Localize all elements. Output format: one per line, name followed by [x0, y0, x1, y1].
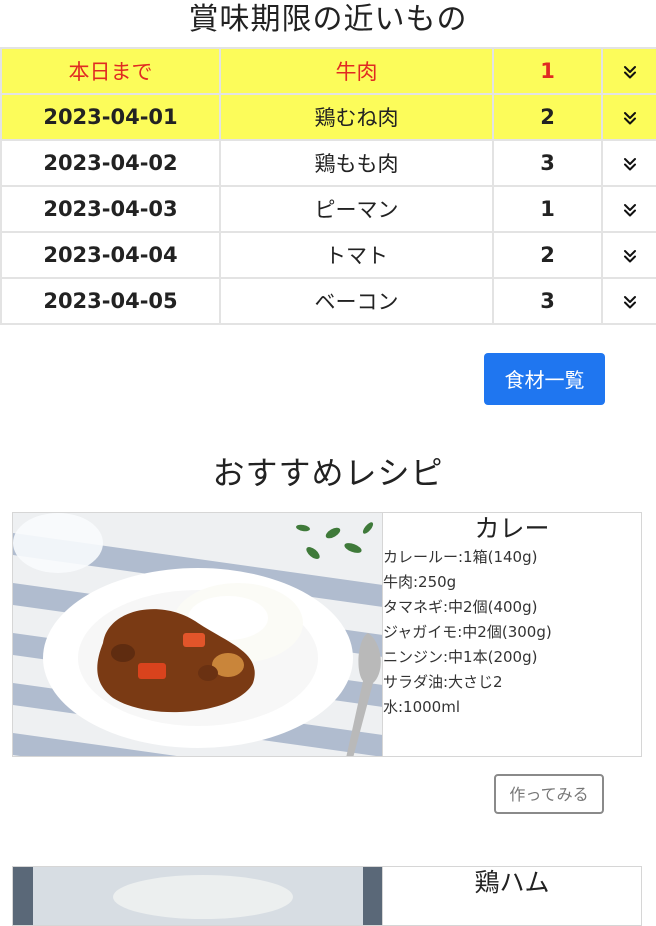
expiry-date: 2023-04-05 — [0, 277, 221, 325]
ingredient-item: ニンジン:中1本(200g) — [383, 648, 538, 666]
ingredient-name: 牛肉 — [219, 47, 494, 95]
expiry-date: 本日まで — [0, 47, 221, 95]
expiring-row: 2023-04-02 鶏もも肉 3 — [0, 139, 656, 187]
expand-row-button[interactable] — [601, 185, 656, 233]
double-chevron-down-icon — [623, 158, 636, 171]
expiring-row: 本日まで 牛肉 1 — [0, 47, 656, 95]
expiring-row: 2023-04-04 トマト 2 — [0, 231, 656, 279]
recipe-ingredients: カレールー:1箱(140g) 牛肉:250g タマネギ:中2個(400g) ジャ… — [383, 545, 641, 720]
recipe-card[interactable]: 鶏ハム — [12, 866, 642, 926]
expand-row-button[interactable] — [601, 277, 656, 325]
expand-row-button[interactable] — [601, 93, 656, 141]
ingredient-name: トマト — [219, 231, 494, 279]
ingredient-quantity: 1 — [492, 185, 603, 233]
ingredient-item: 牛肉:250g — [383, 573, 457, 591]
recipe-title: 鶏ハム — [474, 868, 550, 897]
ingredient-item: ジャガイモ:中2個(300g) — [383, 623, 552, 641]
ingredient-list-button[interactable]: 食材一覧 — [484, 353, 605, 405]
expiring-section-title: 賞味期限の近いもの — [188, 2, 468, 37]
expiry-date: 2023-04-01 — [0, 93, 221, 141]
ingredient-quantity: 1 — [492, 47, 603, 95]
ingredient-quantity: 2 — [492, 93, 603, 141]
expand-row-button[interactable] — [601, 47, 656, 95]
recipe-title: カレー — [474, 514, 550, 543]
ingredient-name: 鶏むね肉 — [219, 93, 494, 141]
recipe-image-chicken-ham[interactable] — [13, 867, 383, 925]
ingredient-name: ピーマン — [219, 185, 494, 233]
double-chevron-down-icon — [623, 112, 636, 125]
double-chevron-down-icon — [623, 250, 636, 263]
ingredient-quantity: 3 — [492, 139, 603, 187]
recipe-image-curry[interactable] — [13, 513, 383, 756]
recipes-section-title: おすすめレシピ — [212, 454, 444, 492]
expiring-table: 本日まで 牛肉 1 2023-04-01 鶏むね肉 2 2023-04-02 鶏もも肉 3 202… — [0, 47, 656, 325]
double-chevron-down-icon — [623, 296, 636, 309]
ingredient-name: 鶏もも肉 — [219, 139, 494, 187]
double-chevron-down-icon — [623, 204, 636, 217]
try-recipe-button[interactable]: 作ってみる — [494, 774, 604, 814]
expiry-date: 2023-04-04 — [0, 231, 221, 279]
expiring-row: 2023-04-01 鶏むね肉 2 — [0, 93, 656, 141]
expiry-date: 2023-04-03 — [0, 185, 221, 233]
recipe-card[interactable]: カレー カレールー:1箱(140g) 牛肉:250g タマネギ:中2個(400g… — [12, 512, 642, 757]
ingredient-item: カレールー:1箱(140g) — [383, 548, 538, 566]
expand-row-button[interactable] — [601, 139, 656, 187]
ingredient-quantity: 2 — [492, 231, 603, 279]
double-chevron-down-icon — [623, 66, 636, 79]
ingredient-item: 水:1000ml — [383, 698, 461, 716]
ingredient-item: タマネギ:中2個(400g) — [383, 598, 538, 616]
ingredient-item: サラダ油:大さじ2 — [383, 673, 503, 691]
expand-row-button[interactable] — [601, 231, 656, 279]
expiring-row: 2023-04-03 ピーマン 1 — [0, 185, 656, 233]
ingredient-quantity: 3 — [492, 277, 603, 325]
ingredient-name: ベーコン — [219, 277, 494, 325]
expiry-date: 2023-04-02 — [0, 139, 221, 187]
expiring-row: 2023-04-05 ベーコン 3 — [0, 277, 656, 325]
